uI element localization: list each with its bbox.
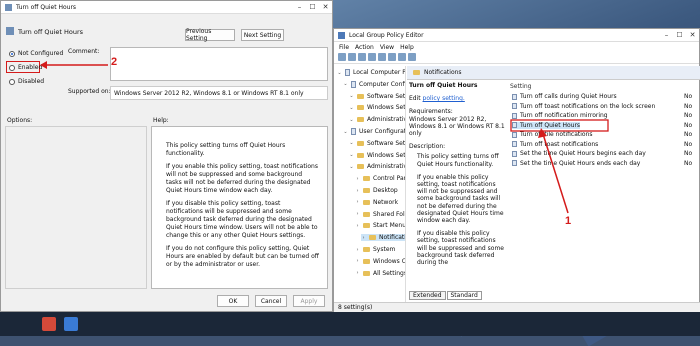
taskbar [0, 312, 700, 336]
annotation-overlay [40, 61, 609, 214]
annotation-2: 2 [111, 56, 118, 68]
arrow-one-line [542, 133, 569, 214]
taskbar-app-icon[interactable] [64, 317, 78, 331]
taskbar-app-icon[interactable] [42, 317, 56, 331]
quiet-hours-highlight-box [510, 119, 609, 132]
annotation-1: 1 [565, 215, 572, 227]
arrow-one-head [538, 128, 547, 138]
arrow-two-head [40, 61, 47, 69]
